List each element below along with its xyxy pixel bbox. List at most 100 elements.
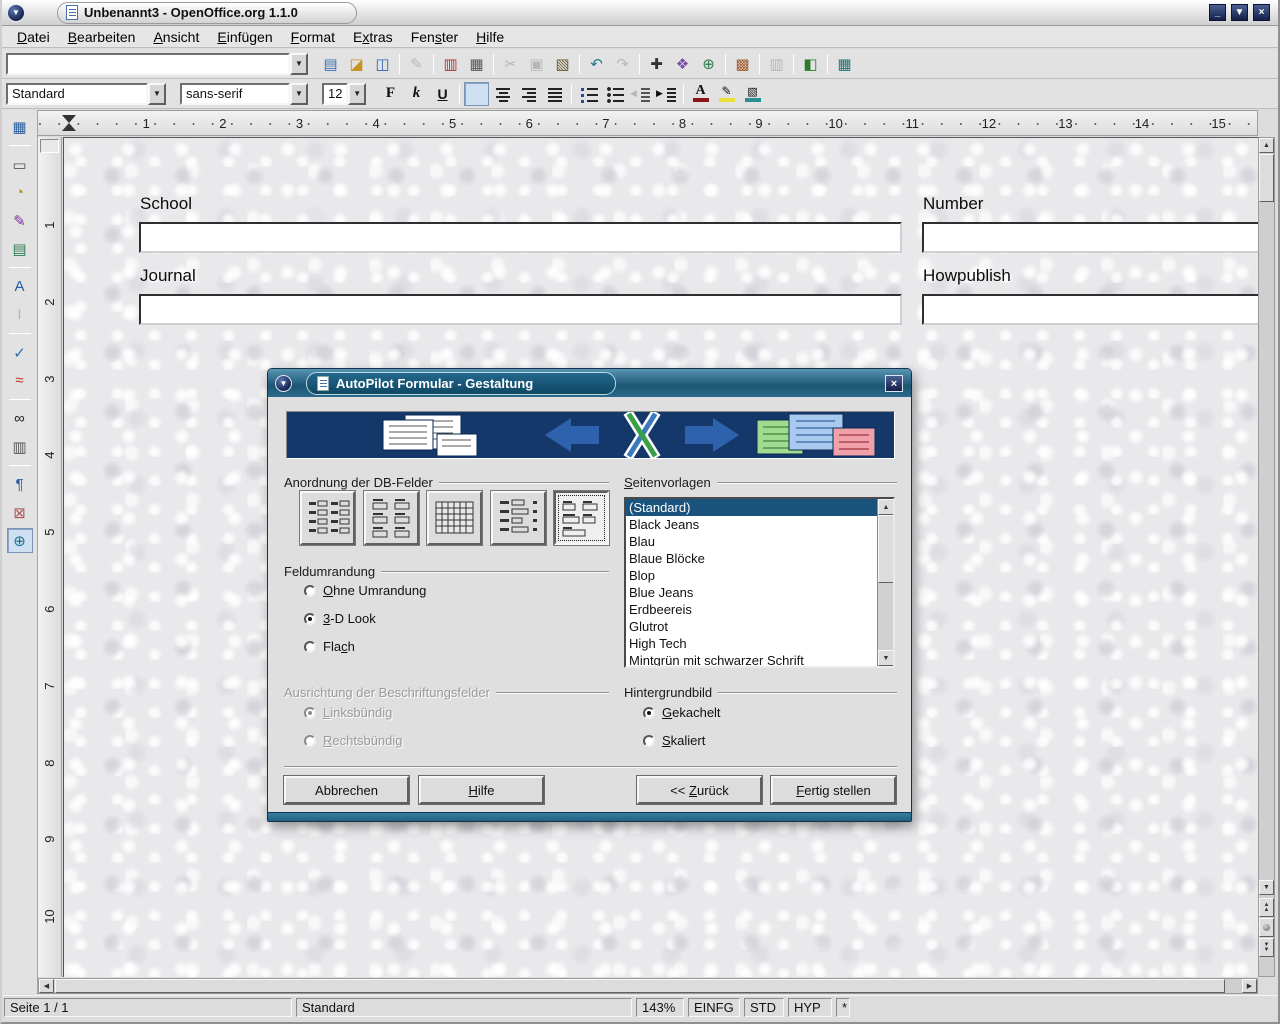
tab-stop-marker[interactable] xyxy=(62,115,76,123)
nonprinting-chars-icon[interactable]: ¶ xyxy=(7,472,33,497)
vertical-scrollbar[interactable]: ▲ ▼ ▲▲ ▼▼ xyxy=(1258,137,1275,977)
radio-skaliert[interactable]: Skaliert xyxy=(643,733,705,748)
page-style-item[interactable]: Mintgrün mit schwarzer Schrift xyxy=(626,652,877,668)
scrollbar-thumb[interactable] xyxy=(1259,154,1274,202)
form-functions-icon[interactable]: ▤ xyxy=(7,236,33,261)
autospellcheck-icon[interactable]: ≈ xyxy=(7,368,33,393)
window-menu-button[interactable]: ▼ xyxy=(7,4,25,22)
close-button[interactable]: × xyxy=(1253,4,1270,21)
page-style-item[interactable]: Blop xyxy=(626,567,877,584)
bookmark-icon[interactable]: ◧ xyxy=(798,52,823,76)
bold-icon[interactable]: F xyxy=(378,82,403,106)
save-icon[interactable]: ◫ xyxy=(370,52,395,76)
page-style-item[interactable]: Black Jeans xyxy=(626,516,877,533)
page-style-item[interactable]: Blaue Blöcke xyxy=(626,550,877,567)
scroll-left-button[interactable]: ◀ xyxy=(39,979,54,993)
scroll-up-button[interactable]: ▲ xyxy=(1259,138,1274,153)
horizontal-scrollbar[interactable]: ◀ ▶ xyxy=(38,978,1258,994)
status-zoom[interactable]: 143% xyxy=(636,998,684,1017)
chevron-down-icon[interactable]: ▼ xyxy=(348,83,366,105)
new-document-icon[interactable]: ▤ xyxy=(318,52,343,76)
status-modified[interactable]: * xyxy=(836,998,850,1017)
chevron-down-icon[interactable]: ▼ xyxy=(290,83,308,105)
page-style-item[interactable]: Erdbeereis xyxy=(626,601,877,618)
insert-table-icon[interactable]: ▦ xyxy=(7,114,33,139)
scrollbar-thumb[interactable] xyxy=(878,515,894,583)
data-sources-icon[interactable]: ▥ xyxy=(7,434,33,459)
gallery-icon[interactable]: ▩ xyxy=(730,52,755,76)
radio-3d-look[interactable]: 3-D Look xyxy=(304,611,376,626)
menu-hilfe[interactable]: Hilfe xyxy=(467,27,513,47)
horizontal-ruler[interactable]: 123456789101112131415 xyxy=(38,110,1258,136)
form-text-input[interactable] xyxy=(139,222,902,253)
cut-icon[interactable]: ✂ xyxy=(498,52,523,76)
arrangement-single-column-button[interactable] xyxy=(491,491,546,545)
chevron-down-icon[interactable]: ▼ xyxy=(290,53,308,75)
next-page-button[interactable]: ▼▼ xyxy=(1259,938,1274,957)
arrangement-labels-above-button[interactable] xyxy=(364,491,419,545)
redo-icon[interactable]: ↷ xyxy=(610,52,635,76)
status-hyperlink-mode[interactable]: HYP xyxy=(788,998,832,1017)
datasource-icon[interactable]: ▥ xyxy=(764,52,789,76)
dialog-close-button[interactable]: × xyxy=(885,375,903,392)
url-combobox[interactable]: ▼ xyxy=(6,53,308,75)
indent-decrease-icon[interactable]: ◀ xyxy=(628,82,653,106)
menu-ansicht[interactable]: Ansicht xyxy=(144,27,208,47)
dialog-titlebar[interactable]: ▼ AutoPilot Formular - Gestaltung × xyxy=(268,369,911,397)
align-justify-icon[interactable] xyxy=(542,82,567,106)
shade-button[interactable]: ▼ xyxy=(1231,4,1248,21)
menu-extras[interactable]: Extras xyxy=(344,27,402,47)
copy-icon[interactable]: ▣ xyxy=(524,52,549,76)
scroll-up-button[interactable]: ▲ xyxy=(878,499,894,515)
previous-page-button[interactable]: ▲▲ xyxy=(1259,898,1274,917)
status-page[interactable]: Seite 1 / 1 xyxy=(4,998,292,1017)
status-page-style[interactable]: Standard xyxy=(296,998,632,1017)
menu-datei[interactable]: Datei xyxy=(8,27,59,47)
paste-icon[interactable]: ▧ xyxy=(550,52,575,76)
status-insert-mode[interactable]: EINFG xyxy=(688,998,740,1017)
finish-button[interactable]: Fertig stellen xyxy=(771,776,896,804)
font-size-combobox[interactable]: 12 ▼ xyxy=(322,83,366,105)
scrollbar-thumb[interactable] xyxy=(55,979,1225,993)
page-style-item[interactable]: Blue Jeans xyxy=(626,584,877,601)
form-text-input[interactable] xyxy=(139,294,902,325)
insert-frame-icon[interactable]: ▭ xyxy=(7,152,33,177)
scroll-down-button[interactable]: ▼ xyxy=(878,650,894,666)
form-text-input[interactable] xyxy=(922,294,1258,325)
undo-icon[interactable]: ↶ xyxy=(584,52,609,76)
open-icon[interactable]: ◪ xyxy=(344,52,369,76)
underline-icon[interactable]: U xyxy=(430,82,455,106)
table-icon[interactable]: ▦ xyxy=(832,52,857,76)
arrangement-columns-labels-left-button[interactable] xyxy=(300,491,355,545)
scroll-right-button[interactable]: ▶ xyxy=(1242,979,1257,993)
listbox-scrollbar[interactable]: ▲ ▼ xyxy=(877,499,893,666)
chevron-down-icon[interactable]: ▼ xyxy=(148,83,166,105)
page-style-item[interactable]: Blau xyxy=(626,533,877,550)
font-color-icon[interactable]: A xyxy=(688,82,713,106)
font-name-combobox[interactable]: sans-serif ▼ xyxy=(180,83,308,105)
dialog-shade-button[interactable]: ▼ xyxy=(275,375,292,392)
minimize-button[interactable]: _ xyxy=(1209,4,1226,21)
hyperlink-icon[interactable]: ⊕ xyxy=(696,52,721,76)
align-right-icon[interactable] xyxy=(516,82,541,106)
spellcheck-icon[interactable]: ✓ xyxy=(7,340,33,365)
menu-einfuegen[interactable]: Einfügen xyxy=(208,27,281,47)
page-style-item[interactable]: High Tech xyxy=(626,635,877,652)
window-titlebar[interactable]: ▼ Unbenannt3 - OpenOffice.org 1.1.0 _▼× xyxy=(2,0,1278,26)
align-left-icon[interactable] xyxy=(464,82,489,106)
arrangement-blocks-wide-button[interactable] xyxy=(554,491,609,545)
direct-cursor-icon[interactable]: I xyxy=(7,302,33,327)
insert-object-icon[interactable]: ◔ xyxy=(7,180,33,205)
export-pdf-icon[interactable]: ▥ xyxy=(438,52,463,76)
indent-increase-icon[interactable]: ▶ xyxy=(654,82,679,106)
status-selection-mode[interactable]: STD xyxy=(744,998,784,1017)
para-bg-icon[interactable]: ▧ xyxy=(740,82,765,106)
edit-file-icon[interactable]: ✎ xyxy=(404,52,429,76)
radio-flach[interactable]: Flach xyxy=(304,639,355,654)
radio-ohne-umrandung[interactable]: Ohne Umrandung xyxy=(304,583,426,598)
menu-format[interactable]: Format xyxy=(282,27,344,47)
back-button[interactable]: << Zurück xyxy=(637,776,762,804)
vertical-ruler[interactable]: 12345678910 xyxy=(38,137,62,977)
italic-icon[interactable]: k xyxy=(404,82,429,106)
draw-functions-icon[interactable]: ✎ xyxy=(7,208,33,233)
